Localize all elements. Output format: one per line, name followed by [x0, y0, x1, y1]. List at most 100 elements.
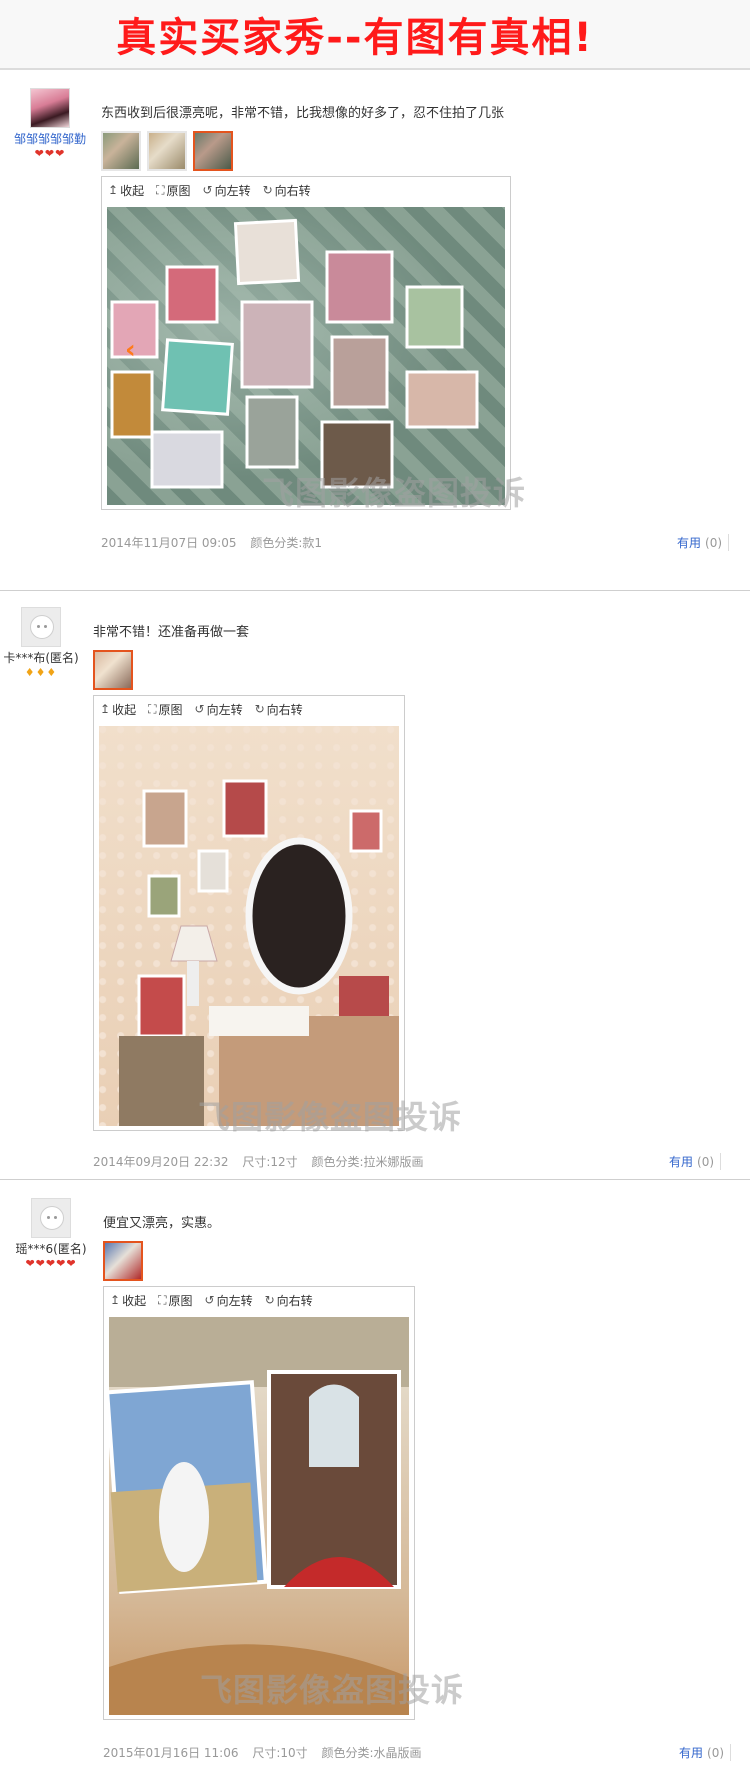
- review-thumbnail-selected[interactable]: [103, 1241, 143, 1281]
- review-thumbnails: [93, 650, 713, 690]
- rotate-left-icon: ↺: [202, 183, 213, 197]
- review-date: 2014年09月20日 22:32: [93, 1155, 229, 1169]
- rotate-right-icon: ↻: [254, 702, 265, 716]
- review-divider: [0, 1179, 750, 1180]
- reviewer-name[interactable]: 邹邹邹邹邹勤: [5, 130, 95, 147]
- expand-icon: ⛶: [158, 1292, 167, 1307]
- review-meta: 2014年09月20日 22:32 尺寸:12寸 颜色分类:拉米娜版画: [93, 1153, 434, 1170]
- rotate-left-button[interactable]: ↺ 向左转: [195, 701, 243, 718]
- banner-title: 真实买家秀--有图有真相!: [116, 15, 594, 61]
- original-image-button[interactable]: ⛶ 原图: [158, 1292, 192, 1309]
- collapse-icon: ↥: [100, 702, 111, 716]
- original-label: 原图: [168, 1293, 193, 1308]
- reviewer-name[interactable]: 瑶***6(匿名): [6, 1240, 96, 1257]
- review-thumbnail[interactable]: [147, 131, 187, 171]
- review-meta: 2014年11月07日 09:05 颜色分类:款1: [101, 534, 332, 551]
- useful-count: (0): [697, 1155, 715, 1169]
- original-image-button[interactable]: ⛶ 原图: [148, 701, 182, 718]
- original-image-button[interactable]: ⛶ 原图: [156, 182, 190, 199]
- useful-count: (0): [705, 536, 723, 550]
- rotate-right-button[interactable]: ↻ 向右转: [263, 182, 311, 199]
- useful-button[interactable]: 有用 (0): [669, 1153, 722, 1170]
- default-avatar-icon: [30, 615, 54, 639]
- useful-button[interactable]: 有用 (0): [677, 534, 730, 551]
- avatar[interactable]: [21, 607, 61, 647]
- image-toolbar: ↥ 收起 ⛶ 原图 ↺ 向左转 ↻ 向右转: [104, 1287, 414, 1313]
- rotate-right-button[interactable]: ↻ 向右转: [265, 1292, 313, 1309]
- review-content: 便宜又漂亮，实惠。: [103, 1212, 723, 1281]
- reviewer-name[interactable]: 卡***布(匿名): [0, 649, 86, 666]
- review-color: 颜色分类:款1: [250, 536, 322, 550]
- reputation-badges: ❤❤❤: [34, 147, 66, 160]
- rotate-right-label: 向右转: [274, 183, 311, 198]
- review-photo[interactable]: ‹: [107, 207, 505, 505]
- collapse-label: 收起: [112, 702, 137, 717]
- rotate-left-button[interactable]: ↺ 向左转: [205, 1292, 253, 1309]
- image-toolbar: ↥ 收起 ⛶ 原图 ↺ 向左转 ↻ 向右转: [102, 177, 510, 203]
- review-size: 尺寸:10寸: [252, 1746, 308, 1760]
- previous-image-arrow-icon[interactable]: ‹: [125, 335, 136, 365]
- review-date: 2015年01月16日 11:06: [103, 1746, 239, 1760]
- rotate-left-label: 向左转: [206, 702, 243, 717]
- review-color: 颜色分类:拉米娜版画: [311, 1155, 424, 1169]
- reputation-badges: ❤❤❤❤❤: [25, 1257, 77, 1270]
- review-thumbnail[interactable]: [101, 131, 141, 171]
- useful-button[interactable]: 有用 (0): [679, 1744, 732, 1761]
- collapse-button[interactable]: ↥ 收起: [100, 701, 136, 718]
- expand-icon: ⛶: [156, 182, 165, 197]
- review-date: 2014年11月07日 09:05: [101, 536, 237, 550]
- page-banner: 真实买家秀--有图有真相!: [0, 0, 750, 70]
- review-text: 东西收到后很漂亮呢，非常不错，比我想像的好多了，忍不住拍了几张: [101, 106, 505, 121]
- useful-count: (0): [707, 1746, 725, 1760]
- review-thumbnail-selected[interactable]: [93, 650, 133, 690]
- collapse-icon: ↥: [110, 1293, 121, 1307]
- wedding-prints-illustration: [109, 1317, 409, 1715]
- useful-label: 有用: [677, 536, 702, 550]
- rotate-left-label: 向左转: [216, 1293, 253, 1308]
- image-viewer: ↥ 收起 ⛶ 原图 ↺ 向左转 ↻ 向右转: [93, 695, 405, 1131]
- review-content: 非常不错！还准备再做一套: [93, 621, 713, 690]
- review-text: 非常不错！还准备再做一套: [93, 625, 250, 640]
- collapse-label: 收起: [122, 1293, 147, 1308]
- review-thumbnail-selected[interactable]: [193, 131, 233, 171]
- collapse-button[interactable]: ↥ 收起: [108, 182, 144, 199]
- rotate-left-button[interactable]: ↺ 向左转: [203, 182, 251, 199]
- vanity-room-illustration: [119, 779, 399, 1126]
- useful-label: 有用: [679, 1746, 704, 1760]
- rotate-right-label: 向右转: [276, 1293, 313, 1308]
- avatar[interactable]: [31, 1198, 71, 1238]
- collapse-label: 收起: [120, 183, 145, 198]
- expand-icon: ⛶: [148, 701, 157, 716]
- review-thumbnails: [103, 1241, 723, 1281]
- reviewer-info: 邹邹邹邹邹勤 ❤❤❤: [5, 88, 95, 161]
- collapse-button[interactable]: ↥ 收起: [110, 1292, 146, 1309]
- collapse-icon: ↥: [108, 183, 119, 197]
- avatar[interactable]: [30, 88, 70, 128]
- review-color: 颜色分类:水晶版画: [321, 1746, 422, 1760]
- useful-label: 有用: [669, 1155, 694, 1169]
- review-photo[interactable]: [109, 1317, 409, 1715]
- reviewer-info: 卡***布(匿名) ♦♦♦: [0, 607, 86, 680]
- rotate-left-label: 向左转: [214, 183, 251, 198]
- rotate-right-button[interactable]: ↻ 向右转: [255, 701, 303, 718]
- rotate-right-icon: ↻: [262, 183, 273, 197]
- rotate-right-label: 向右转: [266, 702, 303, 717]
- reputation-badges: ♦♦♦: [24, 666, 58, 679]
- rotate-left-icon: ↺: [204, 1293, 215, 1307]
- review-size: 尺寸:12寸: [242, 1155, 298, 1169]
- reviewer-info: 瑶***6(匿名) ❤❤❤❤❤: [6, 1198, 96, 1271]
- image-toolbar: ↥ 收起 ⛶ 原图 ↺ 向左转 ↻ 向右转: [94, 696, 404, 722]
- review-thumbnails: [101, 131, 721, 171]
- image-viewer: ↥ 收起 ⛶ 原图 ↺ 向左转 ↻ 向右转: [103, 1286, 415, 1720]
- photo-prints-illustration: [110, 218, 479, 489]
- image-viewer: ↥ 收起 ⛶ 原图 ↺ 向左转 ↻ 向右转 ‹: [101, 176, 511, 510]
- original-label: 原图: [158, 702, 183, 717]
- review-photo[interactable]: [99, 726, 399, 1126]
- review-meta: 2015年01月16日 11:06 尺寸:10寸 颜色分类:水晶版画: [103, 1744, 432, 1761]
- original-label: 原图: [166, 183, 191, 198]
- rotate-right-icon: ↻: [264, 1293, 275, 1307]
- rotate-left-icon: ↺: [194, 702, 205, 716]
- default-avatar-icon: [40, 1206, 64, 1230]
- review-divider: [0, 590, 750, 591]
- review-content: 东西收到后很漂亮呢，非常不错，比我想像的好多了，忍不住拍了几张: [101, 102, 721, 171]
